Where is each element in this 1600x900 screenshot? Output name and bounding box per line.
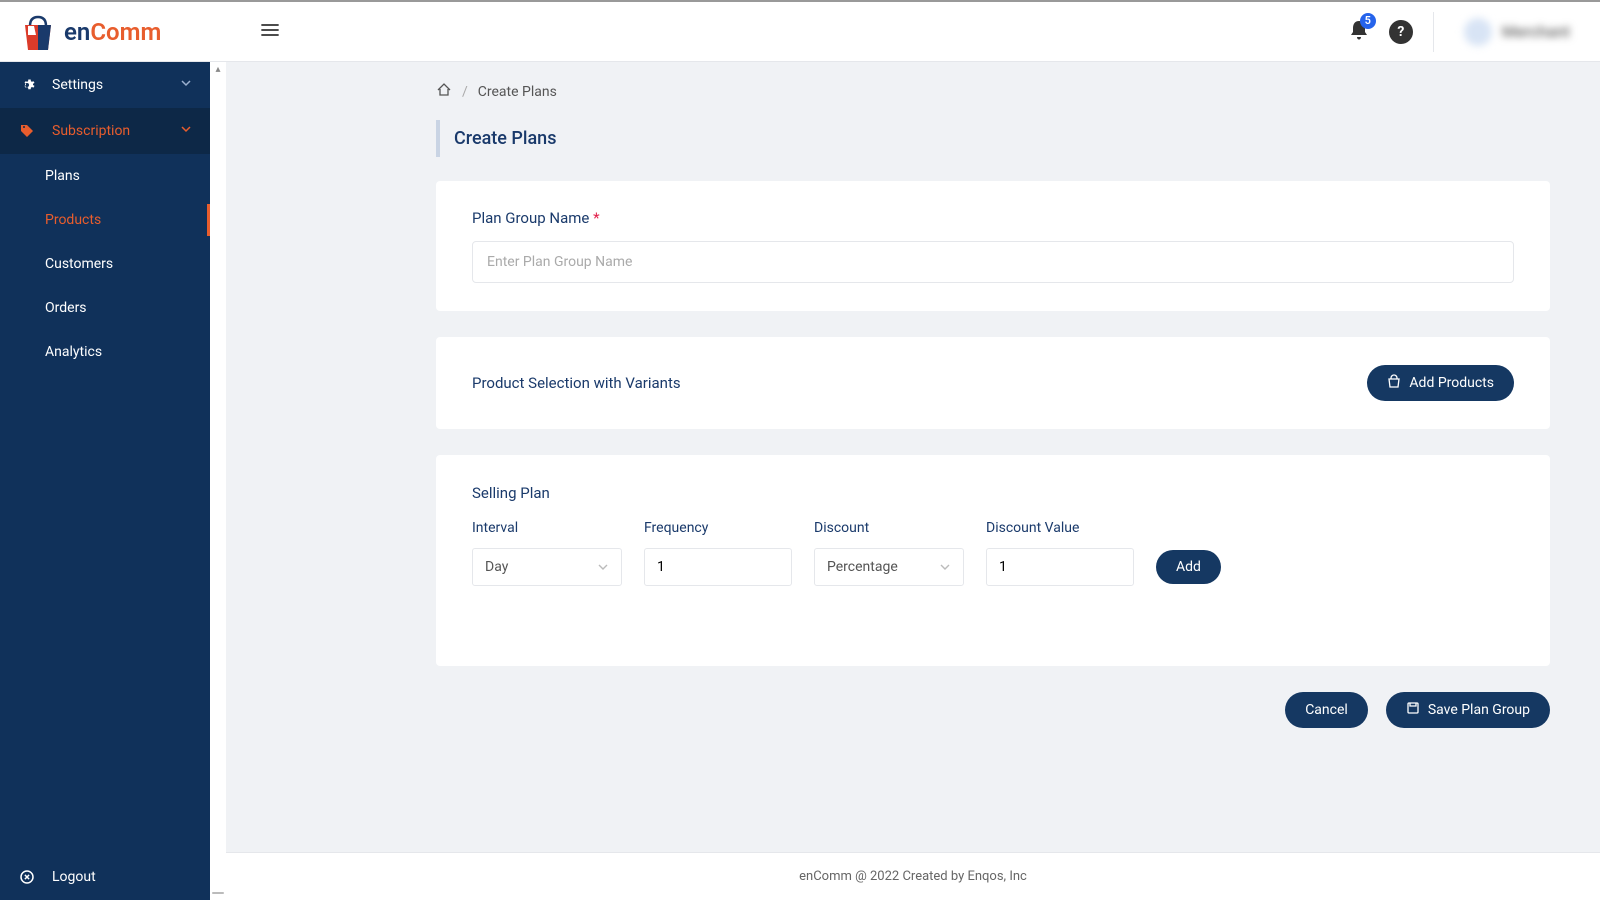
help-button[interactable]: ? xyxy=(1389,20,1413,44)
chevron-down-icon xyxy=(597,561,609,573)
breadcrumb: / Create Plans xyxy=(436,82,1550,102)
username: Merchant xyxy=(1502,22,1570,41)
save-plan-group-button[interactable]: Save Plan Group xyxy=(1386,692,1550,728)
discount-label: Discount xyxy=(814,520,964,536)
sidebar-label: Logout xyxy=(52,869,96,885)
product-section-title: Product Selection with Variants xyxy=(472,374,681,392)
notifications-button[interactable]: 5 xyxy=(1349,19,1369,45)
sidebar-item-customers[interactable]: Customers xyxy=(0,242,210,286)
breadcrumb-current: Create Plans xyxy=(478,84,557,100)
select-value: Day xyxy=(485,559,508,575)
home-icon[interactable] xyxy=(436,82,452,102)
selling-plan-title: Selling Plan xyxy=(472,484,550,502)
sidebar-item-products[interactable]: Products xyxy=(0,198,210,242)
notification-badge: 5 xyxy=(1360,13,1376,29)
chevron-down-icon xyxy=(180,77,192,93)
button-label: Save Plan Group xyxy=(1428,702,1530,718)
plan-group-label: Plan Group Name * xyxy=(472,209,1514,227)
sidebar-item-subscription[interactable]: Subscription xyxy=(0,108,210,154)
cancel-button[interactable]: Cancel xyxy=(1285,692,1368,728)
sidebar-item-settings[interactable]: Settings xyxy=(0,62,210,108)
footer-text: enComm @ 2022 Created by Enqos, Inc xyxy=(799,869,1027,884)
sidebar-label: Settings xyxy=(52,77,103,93)
chevron-down-icon xyxy=(180,123,192,139)
main-content: / Create Plans Create Plans Plan Group N… xyxy=(226,62,1600,900)
page-title: Create Plans xyxy=(436,120,1550,157)
sidebar-label: Products xyxy=(45,212,101,228)
plan-group-name-input[interactable] xyxy=(472,241,1514,283)
selling-plan-card: Selling Plan Interval Day Frequency xyxy=(436,455,1550,666)
logout-icon xyxy=(18,868,36,886)
button-label: Cancel xyxy=(1305,702,1348,718)
plan-group-card: Plan Group Name * xyxy=(436,181,1550,311)
product-selection-card: Product Selection with Variants Add Prod… xyxy=(436,337,1550,429)
add-products-button[interactable]: Add Products xyxy=(1367,365,1514,401)
discount-value-input[interactable] xyxy=(986,548,1134,586)
bag-icon xyxy=(1387,374,1401,392)
hamburger-icon xyxy=(260,20,280,40)
frequency-input[interactable] xyxy=(644,548,792,586)
form-actions: Cancel Save Plan Group xyxy=(436,692,1550,758)
footer: enComm @ 2022 Created by Enqos, Inc xyxy=(226,852,1600,900)
avatar xyxy=(1464,18,1492,46)
user-menu[interactable]: Merchant xyxy=(1454,13,1580,51)
logo-icon xyxy=(20,12,56,52)
scroll-track[interactable] xyxy=(210,62,226,900)
app-header: enComm 5 ? Merchant xyxy=(0,0,1600,62)
interval-label: Interval xyxy=(472,520,622,536)
button-label: Add Products xyxy=(1409,375,1494,391)
menu-toggle-button[interactable] xyxy=(260,20,280,44)
frequency-label: Frequency xyxy=(644,520,792,536)
chevron-down-icon xyxy=(939,561,951,573)
interval-select[interactable]: Day xyxy=(472,548,622,586)
sidebar-item-plans[interactable]: Plans xyxy=(0,154,210,198)
sidebar-item-orders[interactable]: Orders xyxy=(0,286,210,330)
breadcrumb-sep: / xyxy=(462,84,468,100)
discount-select[interactable]: Percentage xyxy=(814,548,964,586)
gear-icon xyxy=(18,76,36,94)
sidebar-label: Subscription xyxy=(52,123,130,139)
discount-value-label: Discount Value xyxy=(986,520,1134,536)
logo-text: enComm xyxy=(64,18,161,46)
add-selling-plan-button[interactable]: Add xyxy=(1156,550,1221,584)
sidebar-label: Orders xyxy=(45,300,87,316)
select-value: Percentage xyxy=(827,559,898,575)
button-label: Add xyxy=(1176,559,1201,575)
tag-icon xyxy=(18,122,36,140)
save-icon xyxy=(1406,701,1420,719)
logo[interactable]: enComm xyxy=(20,12,220,52)
sidebar: Settings Subscription Plans Products Cus… xyxy=(0,62,210,900)
sidebar-label: Plans xyxy=(45,168,80,184)
sidebar-item-analytics[interactable]: Analytics xyxy=(0,330,210,374)
sidebar-item-logout[interactable]: Logout xyxy=(0,854,210,900)
sidebar-label: Customers xyxy=(45,256,113,272)
divider xyxy=(1433,12,1434,52)
sidebar-label: Analytics xyxy=(45,344,102,360)
